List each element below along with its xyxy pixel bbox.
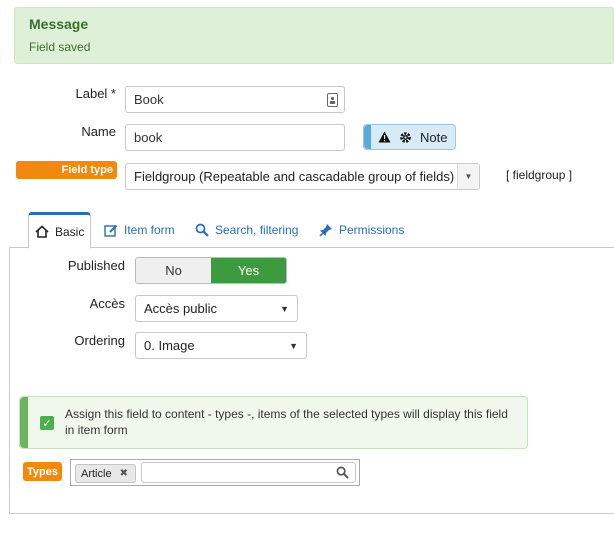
published-no-option[interactable]: No — [136, 258, 211, 283]
label-input[interactable]: Book — [125, 86, 345, 113]
gear-icon — [399, 131, 412, 144]
label-field-label: Label * — [75, 86, 116, 101]
types-search-input[interactable] — [141, 462, 356, 483]
field-type-label: Field type — [16, 161, 117, 179]
tab-search-filtering-label: Search, filtering — [215, 223, 299, 237]
search-icon — [195, 223, 209, 237]
types-multiselect[interactable]: Article ✖ — [70, 459, 360, 486]
contact-card-icon — [327, 93, 338, 107]
name-input[interactable]: book — [125, 124, 345, 151]
message-alert: Message Field saved — [14, 7, 614, 64]
published-label: Published — [67, 258, 125, 273]
edit-icon — [104, 224, 118, 237]
field-type-code: [ fieldgroup ] — [506, 168, 573, 182]
tab-item-form-label: Item form — [124, 223, 175, 237]
name-input-value: book — [134, 130, 163, 145]
message-title: Message — [29, 16, 89, 32]
tab-basic-label: Basic — [55, 224, 85, 239]
types-label: Types — [23, 462, 62, 481]
home-icon — [35, 225, 49, 238]
acces-label: Accès — [89, 296, 125, 311]
published-yes-option[interactable]: Yes — [211, 258, 286, 283]
acces-select[interactable]: Accès public ▼ — [135, 295, 298, 322]
remove-tag-icon[interactable]: ✖ — [120, 468, 128, 479]
search-icon — [336, 466, 349, 479]
assign-text: Assign this field to content - types -, … — [65, 407, 508, 437]
warning-icon — [378, 131, 391, 143]
tab-permissions-label: Permissions — [339, 223, 405, 237]
message-text: Field saved — [29, 40, 91, 54]
note-button[interactable]: Note — [363, 124, 456, 150]
field-type-select[interactable]: Fieldgroup (Repeatable and cascadable gr… — [125, 163, 480, 190]
assign-checkbox[interactable]: ✓ — [40, 416, 54, 430]
ordering-value: 0. Image — [144, 338, 195, 353]
caret-down-icon: ▼ — [289, 340, 298, 351]
type-tag-article: Article ✖ — [75, 464, 136, 483]
acces-value: Accès public — [144, 301, 217, 316]
pin-icon — [319, 223, 333, 237]
tab-search-filtering[interactable]: Search, filtering — [195, 212, 298, 248]
ordering-label: Ordering — [74, 333, 125, 348]
chevron-down-icon: ▼ — [457, 164, 479, 189]
name-field-label: Name — [81, 124, 116, 139]
caret-down-icon: ▼ — [280, 303, 289, 314]
field-type-value: Fieldgroup (Repeatable and cascadable gr… — [134, 169, 455, 184]
type-tag-label: Article — [81, 467, 112, 480]
note-button-label: Note — [420, 129, 448, 145]
tab-permissions[interactable]: Permissions — [319, 212, 404, 248]
tab-item-form[interactable]: Item form — [104, 212, 175, 248]
assign-types-notice: ✓ Assign this field to content - types -… — [19, 396, 528, 449]
tab-basic[interactable]: Basic — [28, 212, 92, 249]
published-toggle[interactable]: No Yes — [135, 257, 287, 284]
label-input-value: Book — [134, 92, 164, 107]
ordering-select[interactable]: 0. Image ▼ — [135, 332, 307, 359]
